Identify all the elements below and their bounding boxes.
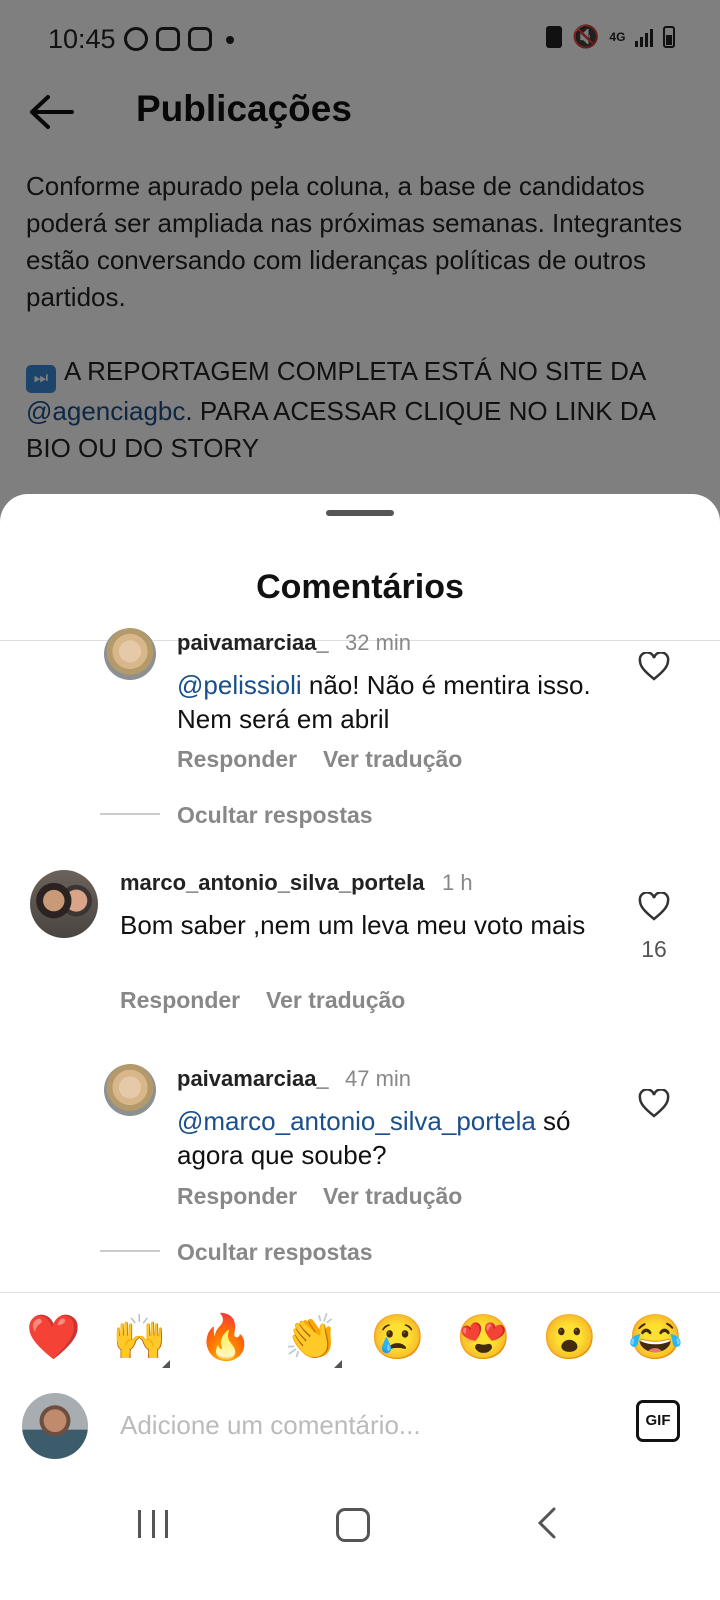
like-count: 16 — [641, 936, 667, 962]
hide-replies-button[interactable]: Ocultar respostas — [177, 802, 373, 829]
comment-username[interactable]: paivamarciaa_ — [177, 1066, 329, 1092]
emoji-laughing[interactable]: 😂 — [628, 1312, 683, 1364]
emoji-crying[interactable]: 😢 — [370, 1312, 425, 1364]
comment-username[interactable]: marco_antonio_silva_portela — [120, 870, 424, 896]
drag-handle[interactable] — [326, 510, 394, 516]
heart-icon[interactable] — [638, 892, 670, 922]
comment-time: 47 min — [345, 1066, 412, 1091]
mention-link[interactable]: @pelissioli — [177, 670, 302, 700]
comment-text: @pelissioli não! Não é mentira isso. Nem… — [177, 670, 591, 734]
sheet-title: Comentários — [256, 568, 464, 606]
skin-tone-indicator-icon — [162, 1360, 170, 1368]
comment-time: 32 min — [345, 630, 412, 655]
comment-time: 1 h — [442, 870, 473, 895]
translate-button[interactable]: Ver tradução — [323, 746, 462, 773]
nav-back-icon[interactable] — [534, 1506, 562, 1540]
comment-text: @marco_antonio_silva_portela só agora qu… — [177, 1106, 571, 1170]
reply-button[interactable]: Responder — [177, 746, 297, 773]
comment-input[interactable] — [118, 1404, 612, 1446]
avatar[interactable] — [104, 1064, 156, 1116]
divider — [100, 813, 160, 815]
hide-replies-button[interactable]: Ocultar respostas — [177, 1239, 373, 1266]
translate-button[interactable]: Ver tradução — [323, 1183, 462, 1210]
emoji-fire[interactable]: 🔥 — [198, 1312, 253, 1364]
comment-username[interactable]: paivamarciaa_ — [177, 630, 329, 656]
current-user-avatar — [22, 1393, 88, 1459]
reply-button[interactable]: Responder — [120, 987, 240, 1014]
translate-button[interactable]: Ver tradução — [266, 987, 405, 1014]
avatar[interactable] — [104, 628, 156, 680]
divider — [0, 1292, 720, 1293]
mention-link[interactable]: @marco_antonio_silva_portela — [177, 1106, 536, 1136]
emoji-surprised[interactable]: 😮 — [542, 1312, 597, 1364]
avatar[interactable] — [30, 870, 98, 938]
recent-apps-icon[interactable] — [138, 1510, 168, 1538]
skin-tone-indicator-icon — [334, 1360, 342, 1368]
emoji-heart[interactable]: ❤️ — [26, 1312, 81, 1364]
home-icon[interactable] — [336, 1508, 370, 1542]
heart-icon[interactable] — [638, 1089, 670, 1119]
heart-icon[interactable] — [638, 652, 670, 682]
gif-button[interactable]: GIF — [636, 1400, 680, 1442]
emoji-raised-hands[interactable]: 🙌 — [112, 1312, 167, 1364]
divider — [100, 1250, 160, 1252]
comment-text: Bom saber ,nem um leva meu voto mais — [120, 910, 586, 940]
emoji-clapping[interactable]: 👏 — [284, 1312, 339, 1364]
reply-button[interactable]: Responder — [177, 1183, 297, 1210]
emoji-heart-eyes[interactable]: 😍 — [456, 1312, 511, 1364]
